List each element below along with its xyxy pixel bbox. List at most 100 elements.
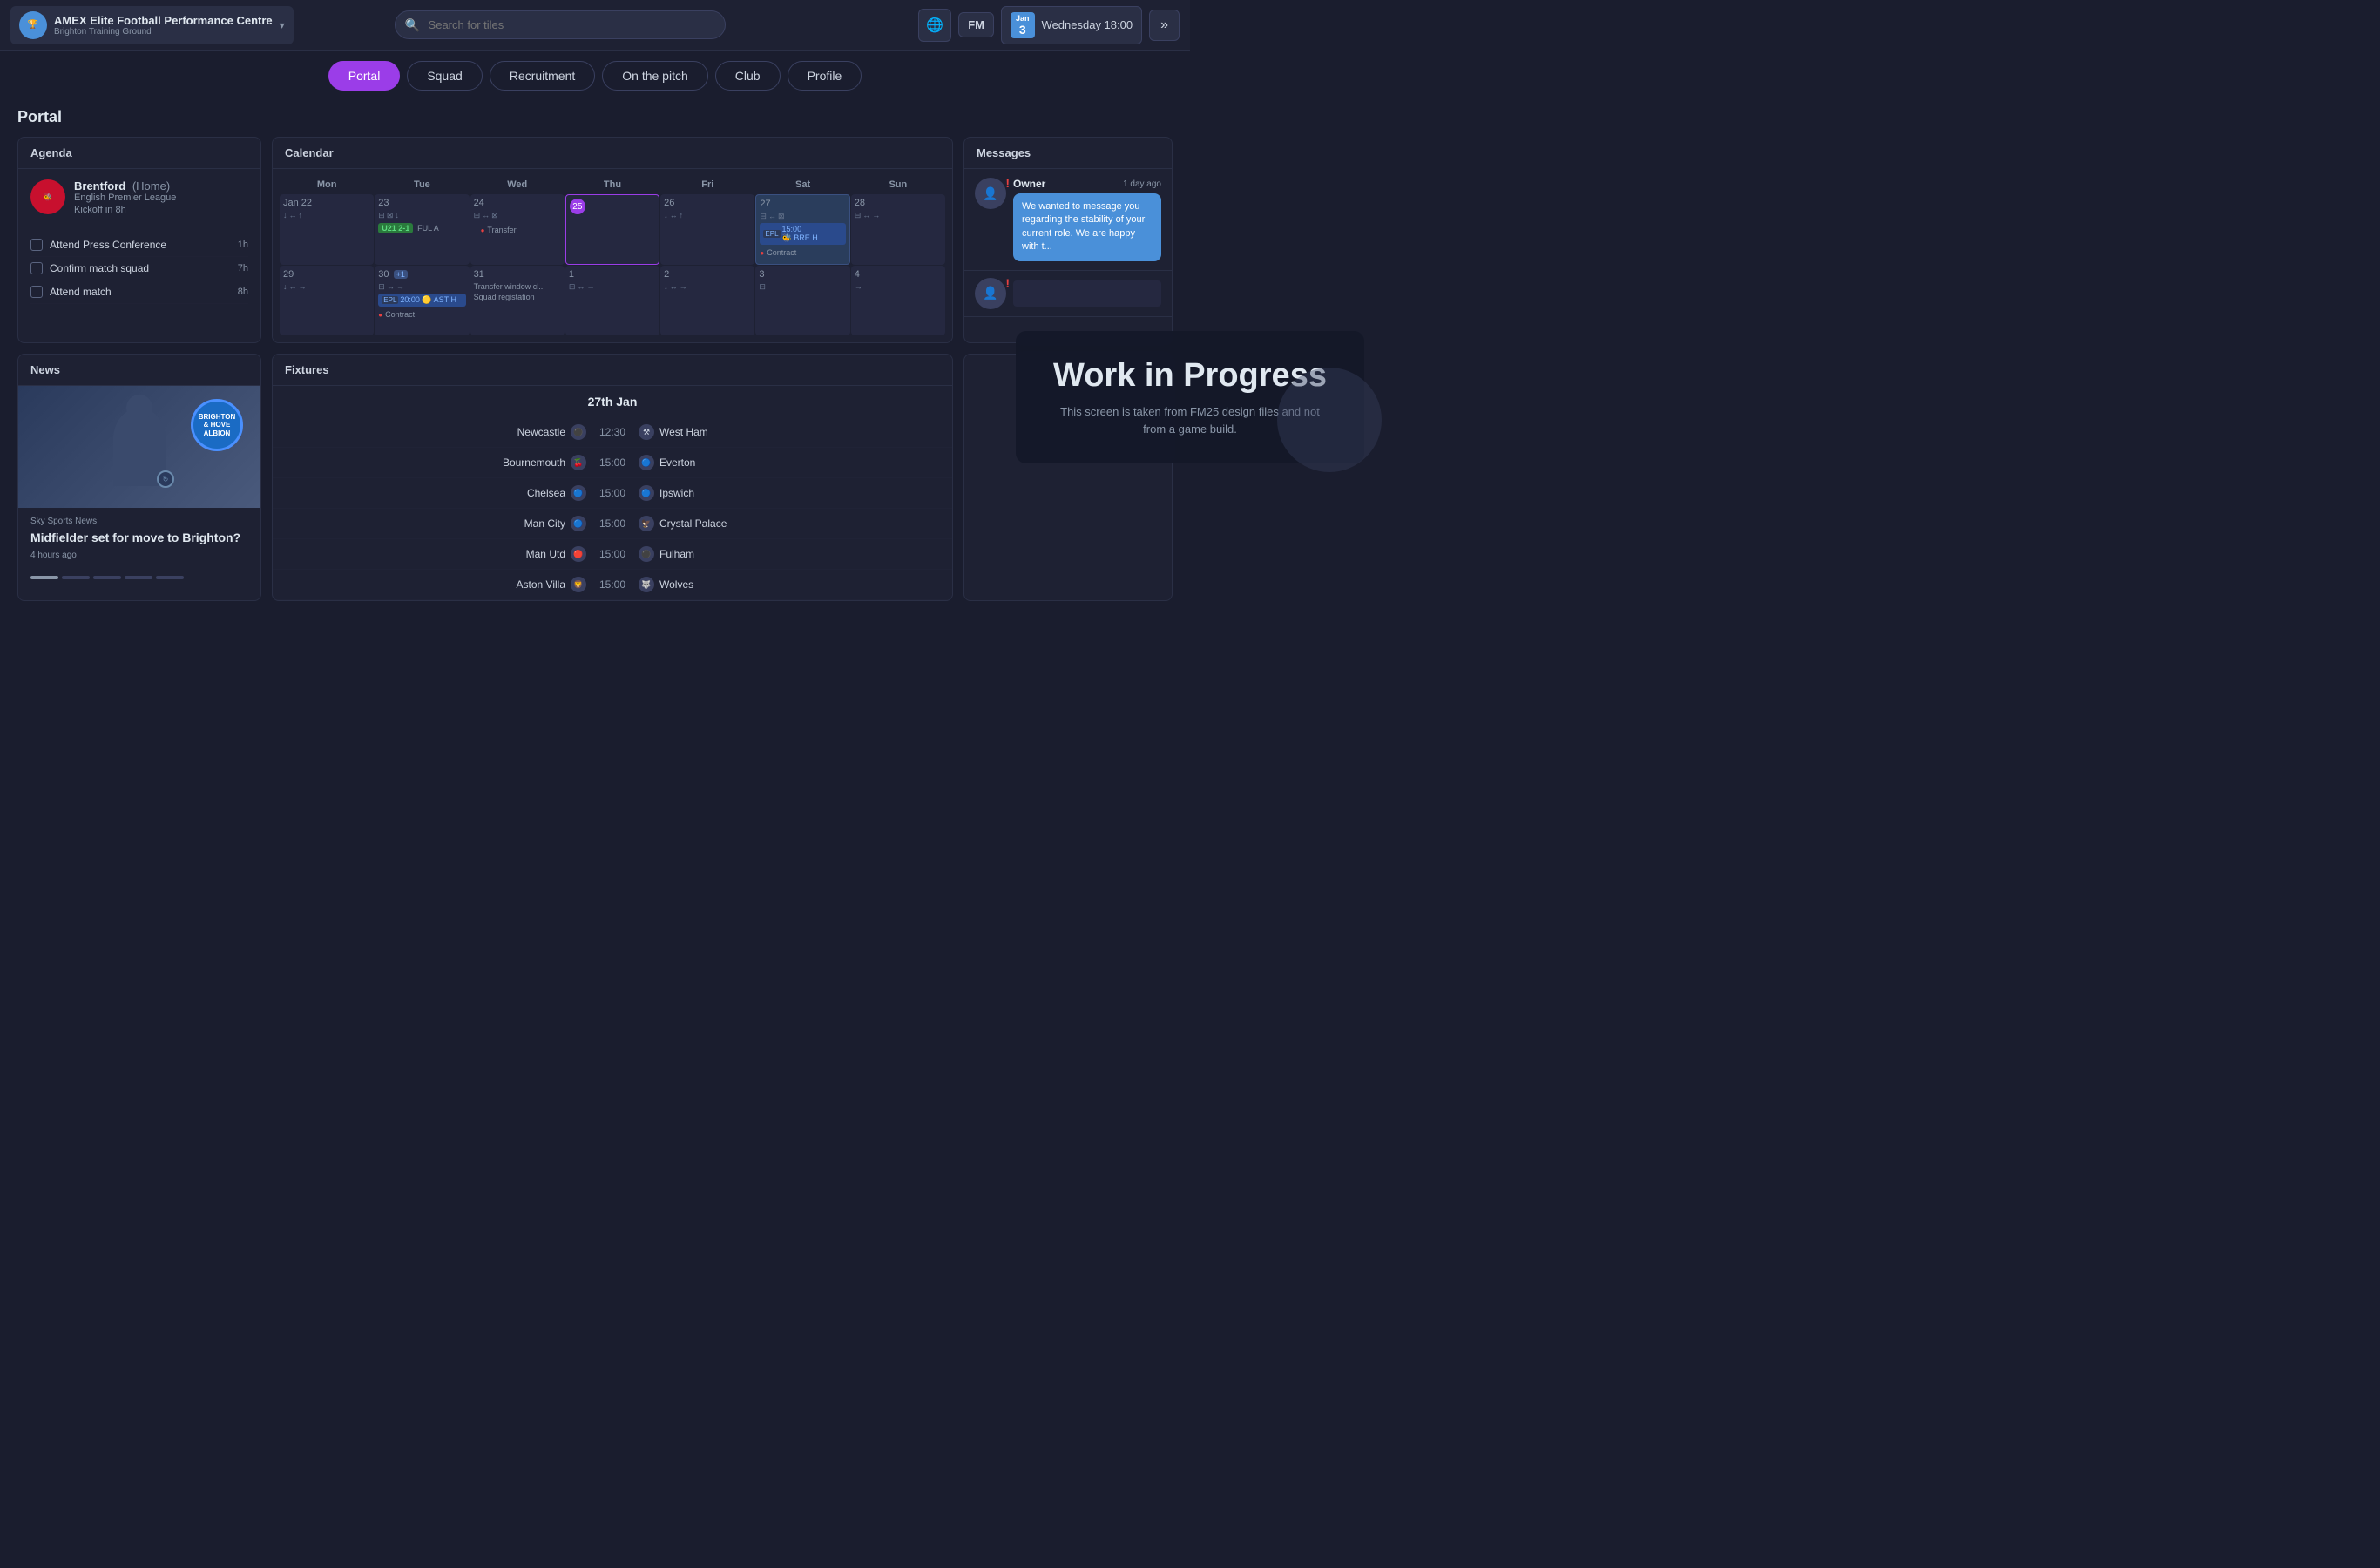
tab-squad[interactable]: Squad [407, 61, 482, 91]
message-meta: Owner 1 day ago [1013, 178, 1161, 190]
ipswich-icon: 🔵 [639, 485, 654, 501]
fixture-away: ⚒ West Ham [639, 424, 940, 440]
fixture-bournemouth-everton[interactable]: Bournemouth 🍒 15:00 🔵 Everton [273, 448, 952, 478]
task-press-conference[interactable]: Attend Press Conference 1h [30, 233, 248, 257]
fixture-away: 🔵 Ipswich [639, 485, 940, 501]
fixture-time: 15:00 [586, 487, 639, 499]
task-checkbox[interactable] [30, 239, 43, 251]
cal-day-4[interactable]: 4 → [851, 266, 945, 335]
news-dot-1[interactable] [30, 576, 58, 579]
tab-club[interactable]: Club [715, 61, 781, 91]
fixture-away: ⚫ Fulham [639, 546, 940, 562]
task-checkbox[interactable] [30, 262, 43, 274]
message-avatar: 👤 [975, 178, 1006, 209]
fixtures-header: Fixtures [273, 355, 952, 386]
cal-day-31[interactable]: 31 Transfer window cl... Squad registati… [470, 266, 565, 335]
date-day: 3 [1016, 23, 1030, 37]
task-time: 8h [238, 287, 248, 297]
date-button[interactable]: Jan 3 Wednesday 18:00 [1001, 6, 1142, 44]
club-text: AMEX Elite Football Performance Centre B… [54, 14, 273, 37]
fixture-chelsea-ipswich[interactable]: Chelsea 🔵 15:00 🔵 Ipswich [273, 478, 952, 509]
task-name: Attend Press Conference [50, 239, 231, 251]
main-navigation: Portal Squad Recruitment On the pitch Cl… [0, 51, 1190, 101]
cal-day-2[interactable]: 2 ↓ ↔ → [660, 266, 754, 335]
news-dot-5[interactable] [156, 576, 184, 579]
search-input[interactable] [395, 10, 726, 39]
cal-day-28[interactable]: 28 ⊟ ↔ → [851, 194, 945, 265]
fixture-time: 15:00 [586, 517, 639, 530]
club-logo: 🏆 [19, 11, 47, 39]
u21-result: U21 2-1 [378, 223, 413, 233]
advance-button[interactable]: » [1149, 10, 1180, 41]
news-image: ↻ BRIGHTON& HOVEALBION [18, 386, 260, 508]
news-dot-4[interactable] [125, 576, 152, 579]
cal-squad-reg: Squad registation [474, 293, 561, 301]
match-team: Brentford (Home) [74, 179, 176, 193]
match-league: English Premier League [74, 193, 176, 203]
news-dot-3[interactable] [93, 576, 121, 579]
main-grid: Agenda 🐝 Brentford (Home) English Premie… [0, 137, 1190, 618]
cal-day-3[interactable]: 3 ⊟ [755, 266, 849, 335]
task-time: 1h [238, 240, 248, 250]
news-dot-2[interactable] [62, 576, 90, 579]
message-preview-2 [1013, 280, 1161, 307]
fixtures-panel: Fixtures 27th Jan Newcastle ⚫ 12:30 ⚒ We… [272, 354, 953, 601]
fixture-newcastle-westham[interactable]: Newcastle ⚫ 12:30 ⚒ West Ham [273, 417, 952, 448]
cal-day-30[interactable]: 30 +1 ⊟ ↔ → EPL 20:00 🟡 AST H Contract [375, 266, 469, 335]
fixture-mancity-crystalpalace[interactable]: Man City 🔵 15:00 🦅 Crystal Palace [273, 509, 952, 539]
agenda-match: 🐝 Brentford (Home) English Premier Leagu… [18, 169, 260, 226]
match-kickoff: Kickoff in 8h [74, 205, 176, 215]
tab-profile[interactable]: Profile [788, 61, 862, 91]
tab-portal[interactable]: Portal [328, 61, 401, 91]
away-team: Everton [659, 456, 695, 469]
cal-header-tue: Tue [375, 176, 469, 193]
calendar-header: Calendar [273, 138, 952, 169]
fixture-manutd-fulham[interactable]: Man Utd 🔴 15:00 ⚫ Fulham [273, 539, 952, 570]
cal-day-24[interactable]: 24 ⊟ ↔ ⊠ Transfer [470, 194, 565, 265]
urgent-icon-2: ! [1005, 276, 1010, 290]
cal-day-25-today[interactable]: 25 [565, 194, 659, 265]
cal-day-26[interactable]: 26 ↓ ↔ ↑ [660, 194, 754, 265]
cal-day-1[interactable]: 1 ⊟ ↔ → [565, 266, 659, 335]
fixture-home: Aston Villa 🦁 [285, 577, 586, 592]
news-content: Sky Sports News Midfielder set for move … [18, 508, 260, 569]
urgent-icon: ! [1005, 176, 1010, 190]
message-content: Owner 1 day ago We wanted to message you… [1013, 178, 1161, 261]
tab-on-the-pitch[interactable]: On the pitch [602, 61, 708, 91]
task-checkbox[interactable] [30, 286, 43, 298]
agenda-tasks: Attend Press Conference 1h Confirm match… [18, 226, 260, 311]
task-confirm-squad[interactable]: Confirm match squad 7h [30, 257, 248, 280]
task-attend-match[interactable]: Attend match 8h [30, 280, 248, 304]
globe-button[interactable]: 🌐 [918, 9, 951, 42]
cal-header-thu: Thu [565, 176, 659, 193]
fixture-home: Bournemouth 🍒 [285, 455, 586, 470]
search-bar[interactable]: 🔍 [395, 10, 726, 39]
task-name: Attend match [50, 286, 231, 298]
cal-day-29[interactable]: 29 ↓ ↔ → [280, 266, 374, 335]
news-source: Sky Sports News [30, 517, 248, 526]
cal-day-27[interactable]: 27 ⊟ ↔ ⊠ EPL 15:00🐝 BRE H Contract [755, 194, 849, 265]
cal-day-23[interactable]: 23 ⊟ ⊠ ↓ U21 2-1 FUL A [375, 194, 469, 265]
message-avatar-2: 👤 [975, 278, 1006, 309]
wip-overlay: Work in Progress This screen is taken fr… [1016, 331, 1364, 463]
fixture-home: Newcastle ⚫ [285, 424, 586, 440]
cal-day-22[interactable]: Jan 22 ↓ ↔ ↑ [280, 194, 374, 265]
club-ground: Brighton Training Ground [54, 27, 273, 37]
message-bubble: We wanted to message you regarding the s… [1013, 193, 1161, 261]
cal-header-fri: Fri [660, 176, 754, 193]
fixture-astonvilla-wolves[interactable]: Aston Villa 🦁 15:00 🐺 Wolves [273, 570, 952, 600]
calendar-grid: Mon Tue Wed Thu Fri Sat Sun Jan 22 ↓ ↔ ↑… [273, 169, 952, 342]
fixture-away: 🔵 Everton [639, 455, 940, 470]
message-item-1[interactable]: 👤 ! Owner 1 day ago We wanted to message… [964, 169, 1172, 271]
task-time: 7h [238, 263, 248, 274]
away-team: Wolves [659, 578, 693, 591]
home-team: Newcastle [517, 426, 565, 438]
news-headline[interactable]: Midfielder set for move to Brighton? [30, 530, 248, 545]
message-item-2[interactable]: 👤 ! [964, 271, 1172, 317]
messages-header: Messages [964, 138, 1172, 169]
club-selector[interactable]: 🏆 AMEX Elite Football Performance Centre… [10, 6, 294, 44]
tab-recruitment[interactable]: Recruitment [490, 61, 595, 91]
chelsea-icon: 🔵 [571, 485, 586, 501]
everton-icon: 🔵 [639, 455, 654, 470]
agenda-header: Agenda [18, 138, 260, 169]
